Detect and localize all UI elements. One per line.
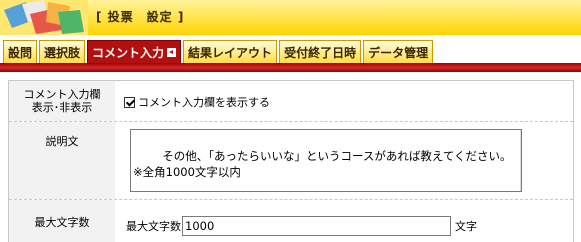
tab-comment-input[interactable]: コメント入力	[87, 40, 182, 63]
tab-label: 設問	[8, 45, 33, 60]
max-chars-row: 最大文字数 最大文字数 1000 文字	[9, 200, 573, 242]
max-chars-input[interactable]: 1000	[182, 216, 451, 236]
tab-label: データ管理	[368, 45, 429, 60]
scroll-down-icon[interactable]	[521, 176, 522, 191]
max-chars-value: 1000	[185, 219, 215, 233]
show-comment-checkbox-label[interactable]: コメント入力欄を表示する	[124, 94, 270, 110]
scroll-up-icon[interactable]	[521, 130, 522, 145]
tab-data-management[interactable]: データ管理	[363, 40, 434, 63]
show-comment-checkbox[interactable]	[124, 96, 135, 108]
description-row: 説明文 その他、「あったらいいな」というコースがあれば教えてください。 ※全角1…	[9, 122, 573, 200]
max-chars-prefix: 最大文字数	[126, 220, 181, 233]
textarea-scrollbar[interactable]	[520, 130, 522, 191]
tab-deadline[interactable]: 受付終了日時	[279, 40, 362, 63]
tab-label: コメント入力	[92, 45, 165, 60]
row-label-text: コメント入力欄 表示･非表示	[23, 88, 101, 114]
max-chars-label: 最大文字数	[9, 200, 115, 242]
tab-label: 選択肢	[44, 45, 81, 60]
tab-result-layout[interactable]: 結果レイアウト	[183, 40, 278, 63]
row-label-text: 説明文	[45, 135, 79, 148]
tab-label: 結果レイアウト	[188, 45, 273, 60]
arrow-left-icon	[167, 47, 177, 57]
row-label-text: 最大文字数	[34, 216, 90, 229]
checkbox-text: コメント入力欄を表示する	[138, 96, 270, 109]
description-text: その他、「あったらいいな」というコースがあれば教えてください。 ※全角1000文…	[133, 149, 512, 179]
tab-underline-bar	[0, 63, 581, 72]
description-label: 説明文	[9, 122, 115, 199]
comment-display-label: コメント入力欄 表示･非表示	[9, 81, 115, 121]
app-header: [ 投票 設定 ]	[0, 0, 581, 35]
page-title: [ 投票 設定 ]	[96, 10, 185, 24]
tab-label: 受付終了日時	[284, 45, 357, 60]
comment-display-row: コメント入力欄 表示･非表示 コメント入力欄を表示する	[9, 81, 573, 122]
tab-bar: 設問 選択肢 コメント入力 結果レイアウト 受付終了日時 データ管理	[0, 35, 581, 63]
settings-form: コメント入力欄 表示･非表示 コメント入力欄を表示する 説明文 その他、「あった…	[8, 80, 574, 242]
max-chars-suffix: 文字	[455, 220, 477, 233]
tab-question[interactable]: 設問	[3, 40, 38, 63]
description-textarea[interactable]: その他、「あったらいいな」というコースがあれば教えてください。 ※全角1000文…	[130, 129, 522, 192]
voting-logo-icon	[0, 0, 88, 35]
tab-choices[interactable]: 選択肢	[39, 40, 86, 63]
